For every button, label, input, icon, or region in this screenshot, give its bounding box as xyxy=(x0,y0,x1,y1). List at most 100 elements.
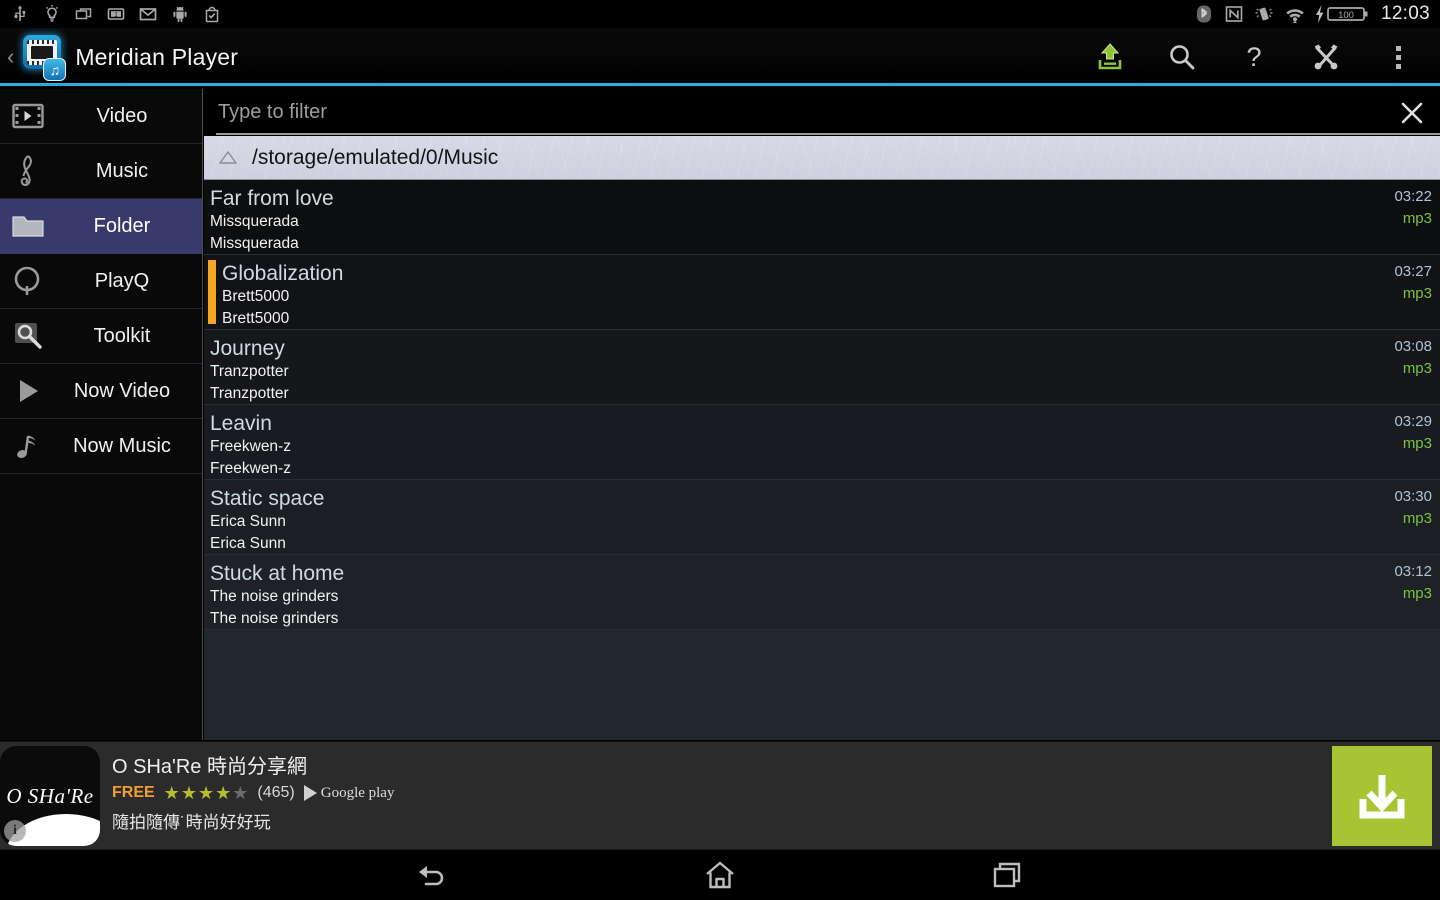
bluetooth-icon xyxy=(1194,4,1214,24)
sidebar-item-label: Now Video xyxy=(73,379,171,402)
usb-icon xyxy=(10,4,30,24)
track-meta: 03:29 mp3 xyxy=(1330,411,1440,479)
home-icon xyxy=(706,861,734,889)
music-note-badge-icon: ♫ xyxy=(43,58,67,81)
music-note-icon xyxy=(0,430,56,462)
bulb-icon xyxy=(42,4,62,24)
ad-banner[interactable]: O SHa'Re i O SHa'Re 時尚分享網 FREE ★ ★ ★ ★ ★ (46… xyxy=(0,741,1440,849)
track-duration: 03:22 xyxy=(1394,188,1432,205)
sidebar-item-video[interactable]: Video xyxy=(0,89,202,144)
meridian-app-icon[interactable]: ♫ xyxy=(17,33,67,81)
track-format: mp3 xyxy=(1402,360,1432,377)
track-title: Far from love xyxy=(210,187,334,210)
track-meta: 03:30 mp3 xyxy=(1330,486,1440,554)
sidebar-item-playq[interactable]: PlayQ xyxy=(0,254,202,309)
tools-icon[interactable] xyxy=(1290,28,1362,86)
table-row[interactable]: Far from love Missquerada Missquerada 03… xyxy=(204,180,1440,255)
sidebar-item-music[interactable]: Music xyxy=(0,144,202,199)
playstore-icon xyxy=(202,4,222,24)
track-artist: Erica Sunn xyxy=(210,513,286,530)
track-title: Leavin xyxy=(210,412,272,435)
app-title: Meridian Player xyxy=(75,43,239,70)
accent-divider xyxy=(0,83,1440,86)
track-info: Stuck at home The noise grinders The noi… xyxy=(204,561,1330,629)
status-bar: 1 100 12:03 xyxy=(0,0,1440,28)
nfc-icon xyxy=(1224,4,1244,24)
path-bar[interactable]: /storage/emulated/0/Music xyxy=(204,136,1440,180)
track-format: mp3 xyxy=(1402,585,1432,602)
ad-meta-row: FREE ★ ★ ★ ★ ★ (465) Google play xyxy=(112,784,1332,802)
home-button[interactable] xyxy=(648,850,792,900)
recents-icon xyxy=(993,862,1021,888)
sidebar-item-label: Toolkit xyxy=(93,324,151,347)
download-icon xyxy=(1359,775,1405,819)
ad-rating-count: (465) xyxy=(257,784,295,801)
ad-store-name: Google play xyxy=(320,784,395,801)
track-list[interactable]: Far from love Missquerada Missquerada 03… xyxy=(204,180,1440,740)
table-row[interactable]: Leavin Freekwen-z Freekwen-z 03:29 mp3 xyxy=(204,405,1440,480)
google-play-badge: Google play xyxy=(303,784,395,802)
folder-icon xyxy=(0,212,56,240)
status-system-icons: 100 12:03 xyxy=(1194,3,1440,25)
overflow-icon[interactable] xyxy=(1362,28,1434,86)
track-artist: Brett5000 xyxy=(222,288,290,305)
search-icon[interactable] xyxy=(1146,28,1218,86)
sidebar-item-label: Folder xyxy=(93,214,151,237)
track-format: mp3 xyxy=(1402,210,1432,227)
track-album: Tranzpotter xyxy=(210,385,289,402)
status-notification-icons: 1 xyxy=(0,4,222,24)
back-button[interactable] xyxy=(360,850,504,900)
ad-subtitle: 隨拍隨傳˙時尚好好玩 xyxy=(112,813,271,832)
recents-button[interactable] xyxy=(936,850,1080,900)
table-row[interactable]: Globalization Brett5000 Brett5000 03:27 … xyxy=(204,255,1440,330)
status-clock: 12:03 xyxy=(1380,3,1430,24)
track-duration: 03:30 xyxy=(1394,488,1432,505)
sidebar-item-now-music[interactable]: Now Music xyxy=(0,419,202,474)
track-format: mp3 xyxy=(1402,435,1432,452)
close-icon[interactable] xyxy=(1384,89,1440,136)
up-navigation-button[interactable]: ‹ xyxy=(0,46,17,68)
track-album: Brett5000 xyxy=(222,310,290,327)
track-artist: Missquerada xyxy=(210,213,299,230)
wifi-icon xyxy=(1284,4,1304,24)
arrow-up-icon[interactable] xyxy=(204,149,252,167)
ad-details: O SHa'Re 時尚分享網 FREE ★ ★ ★ ★ ★ (465) Google p… xyxy=(100,742,1332,849)
sidebar-item-toolkit[interactable]: Toolkit xyxy=(0,309,202,364)
track-duration: 03:29 xyxy=(1394,413,1432,430)
ad-title: O SHa'Re 時尚分享網 xyxy=(112,756,307,778)
ad-info-icon[interactable]: i xyxy=(4,820,26,842)
eject-icon[interactable] xyxy=(1074,28,1146,86)
track-album: Missquerada xyxy=(210,235,299,252)
filter-input[interactable] xyxy=(204,101,1384,124)
sidebar-item-label: Video xyxy=(96,104,148,127)
back-arrow-icon xyxy=(419,866,444,886)
help-icon[interactable]: ? xyxy=(1218,28,1290,86)
film-icon xyxy=(0,103,56,129)
sidebar: Video Music Folder PlayQ Toolkit Now Vid… xyxy=(0,89,203,740)
screen: 1 100 12:03 ‹ ♫ Meridian Player ? Video … xyxy=(0,0,1440,900)
battery-level: 100 xyxy=(1338,10,1354,21)
ad-app-icon: O SHa'Re i xyxy=(0,746,100,846)
sidebar-item-now-video[interactable]: Now Video xyxy=(0,364,202,419)
now-playing-marker xyxy=(208,260,216,324)
track-meta: 03:22 mp3 xyxy=(1330,186,1440,254)
table-row[interactable]: Stuck at home The noise grinders The noi… xyxy=(204,555,1440,630)
sdcard-icon: 1 xyxy=(106,4,126,24)
ad-rating-stars: ★ ★ ★ ★ ★ xyxy=(163,783,249,803)
table-row[interactable]: Journey Tranzpotter Tranzpotter 03:08 mp… xyxy=(204,330,1440,405)
ad-icon-brand: O SHa'Re xyxy=(6,783,94,808)
battery-icon: 100 xyxy=(1327,4,1369,24)
table-row[interactable]: Static space Erica Sunn Erica Sunn 03:30… xyxy=(204,480,1440,555)
sidebar-item-label: Now Music xyxy=(73,434,171,457)
ad-install-button[interactable] xyxy=(1332,746,1432,846)
svg-text:?: ? xyxy=(1246,42,1261,72)
track-info: Journey Tranzpotter Tranzpotter xyxy=(204,336,1330,404)
track-duration: 03:08 xyxy=(1394,338,1432,355)
track-title: Static space xyxy=(210,487,325,510)
track-artist: Freekwen-z xyxy=(210,438,291,455)
play-triangle-icon xyxy=(303,785,317,801)
current-path: /storage/emulated/0/Music xyxy=(252,145,499,169)
sidebar-item-folder[interactable]: Folder xyxy=(0,199,202,254)
track-album: Erica Sunn xyxy=(210,535,286,552)
track-title: Globalization xyxy=(222,262,344,285)
